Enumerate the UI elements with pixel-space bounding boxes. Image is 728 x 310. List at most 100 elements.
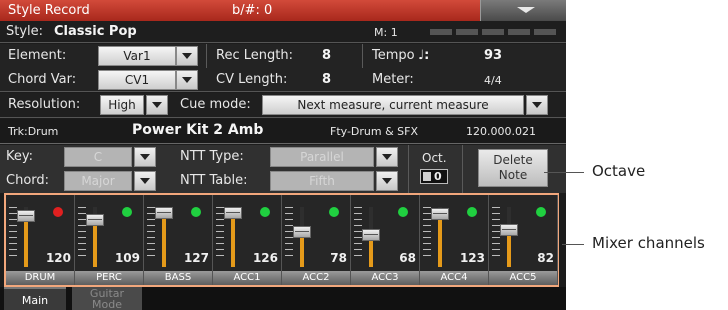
fader-knob[interactable] xyxy=(155,207,173,219)
fader-knob[interactable] xyxy=(293,226,311,238)
channel-volume: 123 xyxy=(459,251,485,265)
mixer-channel-acc3[interactable]: 68 ACC3 xyxy=(351,195,420,285)
rec-length-value[interactable]: 8 xyxy=(322,48,331,63)
track-row: Trk:Drum Power Kit 2 Amb Fty-Drum & SFX … xyxy=(0,119,566,144)
cue-mode-dropdown-icon[interactable] xyxy=(526,95,548,115)
chord-label: Chord: xyxy=(6,173,50,188)
mixer-callout: Mixer channels xyxy=(592,234,705,252)
ntt-type-label: NTT Type: xyxy=(180,149,244,164)
fader-scale xyxy=(147,207,155,257)
meter-value[interactable]: 4/4 xyxy=(484,74,502,87)
tab-guitar-mode[interactable]: Guitar Mode xyxy=(72,287,142,310)
octave-callout-line xyxy=(544,172,584,173)
tempo-label: Tempo xyxy=(372,48,415,63)
resolution-dropdown-icon[interactable] xyxy=(146,95,168,115)
mixer-channel-acc5[interactable]: 82 ACC5 xyxy=(489,195,558,285)
channel-status-led-icon[interactable] xyxy=(122,207,132,217)
channel-status-led-icon[interactable] xyxy=(398,207,408,217)
octave-callout: Octave xyxy=(592,162,646,180)
channel-name: DRUM xyxy=(6,271,74,285)
fader-scale xyxy=(423,207,431,257)
fader-knob[interactable] xyxy=(500,224,518,236)
fader-level-fill xyxy=(93,220,97,267)
meter-label: Meter: xyxy=(372,72,414,87)
fader-knob[interactable] xyxy=(362,229,380,241)
track-sound-name[interactable]: Power Kit 2 Amb xyxy=(132,122,263,138)
chord-var-row: Chord Var: CV1 CV Length: 8 Meter: 4/4 xyxy=(0,68,566,92)
ntt-table-dropdown-icon[interactable] xyxy=(376,171,398,191)
cue-mode-select[interactable]: Next measure, current measure xyxy=(262,95,524,115)
track-label: Trk:Drum xyxy=(8,125,59,138)
channel-volume: 68 xyxy=(399,251,416,265)
ntt-type-dropdown-icon[interactable] xyxy=(376,147,398,167)
tab-bar: Main Guitar Mode xyxy=(0,287,566,310)
channel-status-led-icon[interactable] xyxy=(329,207,339,217)
mixer-channel-acc4[interactable]: 123 ACC4 xyxy=(420,195,489,285)
channel-status-led-icon[interactable] xyxy=(191,207,201,217)
mixer-channel-bass[interactable]: 127 BASS xyxy=(144,195,213,285)
channel-volume: 78 xyxy=(330,251,347,265)
channel-name: ACC5 xyxy=(489,271,557,285)
channel-name: ACC3 xyxy=(351,271,419,285)
mixer-channel-perc[interactable]: 109 PERC xyxy=(75,195,144,285)
tempo-value[interactable]: 93 xyxy=(484,48,502,63)
fader-level-fill xyxy=(162,213,166,267)
cue-mode-label: Cue mode: xyxy=(180,97,251,112)
style-record-panel: Style Record b/#: 0 Style: Classic Pop M… xyxy=(0,0,566,310)
ntt-type-select[interactable]: Parallel xyxy=(270,147,374,167)
element-dropdown-icon[interactable] xyxy=(176,46,198,66)
octave-stepper-icon[interactable] xyxy=(423,172,431,181)
channel-volume: 126 xyxy=(252,251,278,265)
style-label: Style: xyxy=(6,24,44,39)
channel-name: BASS xyxy=(144,271,212,285)
measure-indicator: M: 1 xyxy=(374,26,398,39)
quarter-note-icon: ♩: xyxy=(418,48,430,63)
page-menu-button[interactable] xyxy=(480,0,566,21)
channel-status-led-icon[interactable] xyxy=(536,207,546,217)
element-select[interactable]: Var1 xyxy=(98,46,176,66)
fader-scale xyxy=(354,207,362,257)
rec-length-label: Rec Length: xyxy=(216,48,293,63)
resolution-label: Resolution: xyxy=(8,97,81,112)
channel-volume: 120 xyxy=(45,251,71,265)
channel-status-led-icon[interactable] xyxy=(467,207,477,217)
tab-main[interactable]: Main xyxy=(4,287,66,310)
mixer-channel-drum[interactable]: 120 DRUM xyxy=(6,195,75,285)
cv-length-value[interactable]: 8 xyxy=(322,72,331,87)
mixer-channel-acc1[interactable]: 126 ACC1 xyxy=(213,195,282,285)
delete-note-button[interactable]: Delete Note xyxy=(478,149,548,187)
channel-name: PERC xyxy=(75,271,143,285)
fader-knob[interactable] xyxy=(86,214,104,226)
key-select[interactable]: C xyxy=(64,147,132,167)
fader-knob[interactable] xyxy=(17,210,35,222)
chord-select[interactable]: Major xyxy=(64,171,132,191)
resolution-select[interactable]: High xyxy=(100,95,144,115)
element-row: Element: Var1 Rec Length: 8 Tempo ♩: 93 xyxy=(0,44,566,92)
element-label: Element: xyxy=(8,48,67,63)
track-sound-category: Fty-Drum & SFX xyxy=(330,125,419,138)
fader-level-fill xyxy=(231,213,235,267)
fader-knob[interactable] xyxy=(431,208,449,220)
fader-scale xyxy=(216,207,224,257)
chord-var-dropdown-icon[interactable] xyxy=(176,70,198,90)
key-dropdown-icon[interactable] xyxy=(134,147,156,167)
measure-meter xyxy=(430,29,560,35)
fader-scale xyxy=(492,207,500,257)
chord-var-label: Chord Var: xyxy=(8,72,77,87)
chord-dropdown-icon[interactable] xyxy=(134,171,156,191)
channel-status-led-icon[interactable] xyxy=(53,207,63,217)
channel-volume: 127 xyxy=(183,251,209,265)
mixer-channel-acc2[interactable]: 78 ACC2 xyxy=(282,195,351,285)
fader-level-fill xyxy=(24,216,28,267)
resolution-row: Resolution: High Cue mode: Next measure,… xyxy=(0,93,566,118)
channel-volume: 109 xyxy=(114,251,140,265)
fader-scale xyxy=(78,207,86,257)
chord-var-select[interactable]: CV1 xyxy=(98,70,176,90)
style-row: Style: Classic Pop M: 1 xyxy=(0,21,566,43)
octave-control[interactable]: 0 xyxy=(420,169,448,184)
ntt-table-select[interactable]: Fifth xyxy=(270,171,374,191)
channel-status-led-icon[interactable] xyxy=(260,207,270,217)
cv-length-label: CV Length: xyxy=(216,72,288,87)
fader-knob[interactable] xyxy=(224,207,242,219)
track-bank-number: 120.000.021 xyxy=(466,125,536,138)
